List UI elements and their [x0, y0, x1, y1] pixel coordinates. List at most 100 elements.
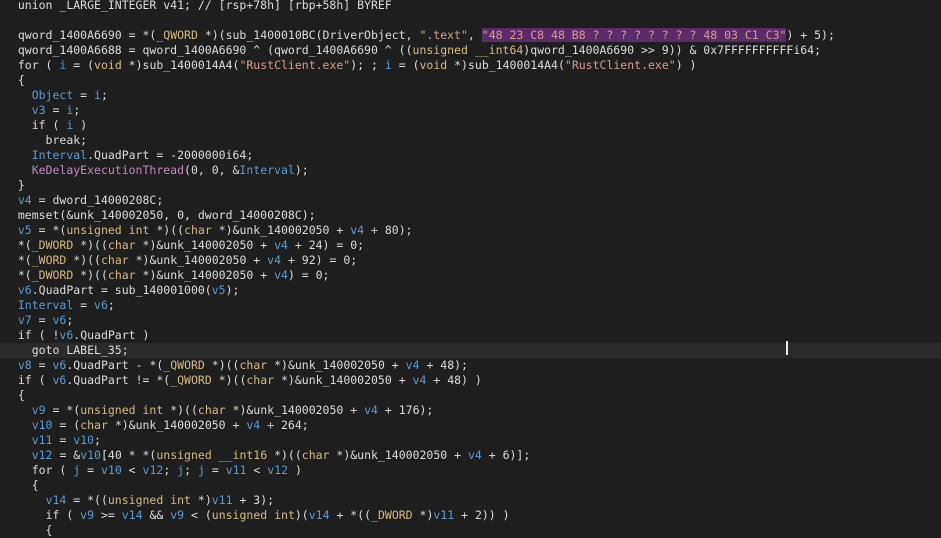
code-token[interactable]: = (: [392, 58, 420, 72]
code-token[interactable]: *(: [18, 253, 32, 267]
code-token[interactable]: *)&unk_140002050 +: [212, 223, 350, 237]
code-line[interactable]: *(_WORD *)((char *)&unk_140002050 + v4 +…: [0, 253, 941, 268]
code-token[interactable]: if (: [32, 118, 67, 132]
code-token[interactable]: Interval: [239, 163, 294, 177]
code-token[interactable]: unsigned int: [66, 223, 149, 237]
code-token[interactable]: char: [101, 253, 129, 267]
code-line[interactable]: break;: [0, 133, 941, 148]
code-token[interactable]: ;: [108, 298, 115, 312]
code-line[interactable]: memset(&unk_140002050, 0, dword_14000208…: [0, 208, 941, 223]
code-line[interactable]: union _LARGE_INTEGER v41; // [rsp+78h] […: [0, 0, 941, 13]
code-token[interactable]: ): [288, 463, 302, 477]
code-token[interactable]: char: [108, 238, 136, 252]
code-token[interactable]: "48 23 C8 48 B8 ? ? ? ? ? ? ? ? 48 03 C1…: [481, 28, 787, 42]
code-line[interactable]: v10 = (char *)&unk_140002050 + v4 + 264;: [0, 418, 941, 433]
code-token[interactable]: &&: [143, 508, 171, 522]
code-token[interactable]: Interval: [18, 298, 73, 312]
code-line[interactable]: v5 = *(unsigned int *)((char *)&unk_1400…: [0, 223, 941, 238]
code-line[interactable]: v3 = i;: [0, 103, 941, 118]
code-token[interactable]: if (: [18, 373, 53, 387]
code-token[interactable]: < (: [184, 508, 212, 522]
code-token[interactable]: v4: [468, 448, 482, 462]
code-token[interactable]: _DWORD: [32, 268, 74, 282]
code-token[interactable]: ;: [94, 433, 101, 447]
code-token[interactable]: v12: [143, 463, 164, 477]
code-token[interactable]: v11: [32, 433, 53, 447]
code-token[interactable]: v7: [18, 313, 32, 327]
code-token[interactable]: + *((: [330, 508, 371, 522]
code-token[interactable]: ) + 5);: [786, 28, 834, 42]
code-token[interactable]: {: [18, 388, 25, 402]
code-token[interactable]: *)((: [149, 223, 184, 237]
code-token[interactable]: Object: [32, 88, 74, 102]
code-token[interactable]: = *(: [46, 403, 80, 417]
code-token[interactable]: v4: [350, 223, 364, 237]
code-token[interactable]: i: [94, 88, 101, 102]
code-line[interactable]: v12 = &v10[40 * *(unsigned __int16 *)((c…: [0, 448, 941, 463]
code-line[interactable]: for ( i = (void *)sub_1400014A4("RustCli…: [0, 58, 941, 73]
code-token[interactable]: *)&unk_140002050 +: [129, 253, 267, 267]
pseudocode-editor[interactable]: union _LARGE_INTEGER v41; // [rsp+78h] […: [0, 0, 941, 537]
code-line[interactable]: {: [0, 388, 941, 403]
code-token[interactable]: *)((: [73, 268, 108, 282]
code-token[interactable]: v11: [212, 493, 233, 507]
code-token[interactable]: char: [302, 448, 330, 462]
code-token[interactable]: + 80);: [364, 223, 413, 237]
code-token[interactable]: char: [239, 358, 267, 372]
code-token[interactable]: >=: [94, 508, 122, 522]
code-token[interactable]: v4: [274, 268, 288, 282]
code-token[interactable]: *(: [18, 268, 32, 282]
code-token[interactable]: v6: [53, 313, 67, 327]
code-line[interactable]: [0, 13, 941, 28]
code-token[interactable]: v4: [406, 358, 420, 372]
code-token[interactable]: ;: [163, 463, 177, 477]
code-token[interactable]: union _LARGE_INTEGER v41; // [rsp+78h] […: [18, 0, 392, 12]
code-token[interactable]: *)((: [267, 448, 302, 462]
code-token[interactable]: (0, 0, &: [184, 163, 239, 177]
code-line[interactable]: v14 = *((unsigned int *)v11 + 3);: [0, 493, 941, 508]
code-token[interactable]: ); ;: [350, 58, 385, 72]
code-token[interactable]: qword_1400A6690 = *(: [18, 28, 156, 42]
code-token[interactable]: *)sub_1400014A4(: [122, 58, 240, 72]
code-token[interactable]: =: [32, 313, 53, 327]
code-token[interactable]: + 3);: [233, 493, 274, 507]
code-token[interactable]: *)&unk_140002050 +: [226, 403, 364, 417]
code-token[interactable]: _DWORD: [32, 238, 74, 252]
code-token[interactable]: v6: [52, 373, 66, 387]
code-token[interactable]: {: [32, 478, 39, 492]
code-line[interactable]: {: [0, 523, 941, 538]
code-token[interactable]: v6: [18, 283, 32, 297]
code-token[interactable]: unsigned __int64: [413, 43, 524, 57]
code-token[interactable]: ,: [468, 28, 482, 42]
code-token[interactable]: unsigned int: [212, 508, 295, 522]
code-token[interactable]: =: [205, 463, 226, 477]
code-token[interactable]: =: [32, 358, 53, 372]
code-token[interactable]: v4: [413, 373, 427, 387]
code-token[interactable]: "RustClient.exe": [239, 58, 350, 72]
code-token[interactable]: v10: [73, 433, 94, 447]
code-token[interactable]: char: [108, 268, 136, 282]
code-token[interactable]: v11: [226, 463, 247, 477]
code-token[interactable]: ;: [184, 463, 198, 477]
code-token[interactable]: ;: [66, 313, 73, 327]
code-token[interactable]: ".text": [419, 28, 467, 42]
code-token[interactable]: *)sub_1400014A4(: [447, 58, 565, 72]
code-token[interactable]: = *((: [66, 493, 108, 507]
code-token[interactable]: v8: [18, 358, 32, 372]
code-token[interactable]: *)&unk_140002050 +: [329, 448, 467, 462]
code-token[interactable]: v4: [267, 253, 281, 267]
code-token[interactable]: );: [295, 163, 309, 177]
code-token[interactable]: char: [198, 403, 226, 417]
code-line[interactable]: if ( v9 >= v14 && v9 < (unsigned int)(v1…: [0, 508, 941, 523]
code-line[interactable]: for ( j = v10 < v12; j; j = v11 < v12 ): [0, 463, 941, 478]
code-token[interactable]: );: [226, 283, 240, 297]
code-token[interactable]: v9: [170, 508, 184, 522]
code-token[interactable]: v10: [101, 463, 122, 477]
code-token[interactable]: j: [198, 463, 205, 477]
code-token[interactable]: ): [73, 118, 87, 132]
code-token[interactable]: _QWORD: [170, 373, 212, 387]
code-token[interactable]: *)((: [212, 373, 247, 387]
code-token[interactable]: *)((: [73, 238, 108, 252]
code-token[interactable]: *): [413, 508, 434, 522]
code-token[interactable]: *)((: [205, 358, 240, 372]
